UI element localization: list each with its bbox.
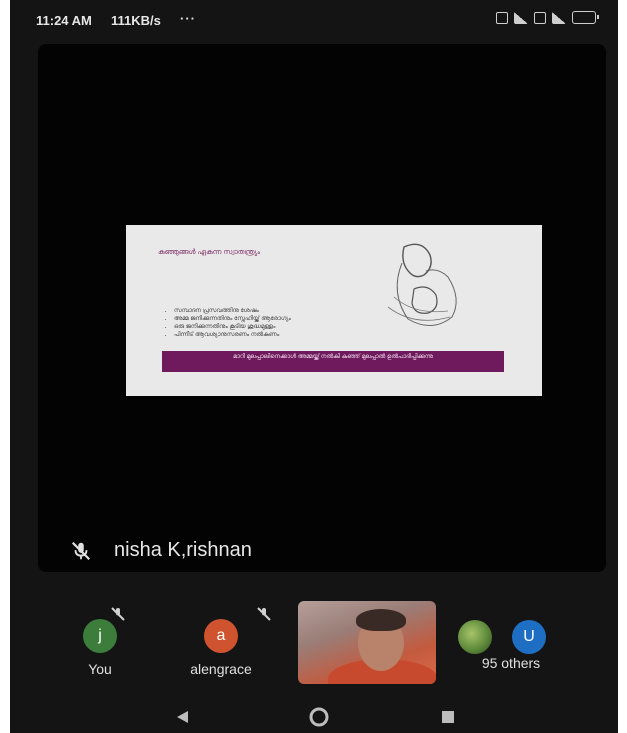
presentation-slide: കുഞ്ഞുങ്ങൾ ഏകുന്ന സ്വാതന്ത്ര്യം സമ്പാദന …: [126, 225, 542, 396]
phone-screen: 11:24 AM 111KB/s ··· കുഞ്ഞുങ്ങൾ ഏകുന്ന സ…: [10, 0, 618, 733]
sim2-icon: [534, 11, 546, 24]
battery-icon: [572, 11, 599, 24]
slide-bullets: സമ്പാദന പ്രസവത്തിനു ശേഷം അമ്മ ജനിക്കുന്ന…: [166, 307, 291, 339]
more-notifications: ···: [180, 11, 196, 26]
slide-banner: മാറി മുലപ്പാലിനെക്കാൾ അമ്മയ്ക്ക് നൽകി കു…: [162, 351, 504, 372]
avatar-initial: a: [216, 627, 226, 644]
back-icon[interactable]: [176, 710, 190, 724]
avatar-initial: j: [98, 627, 102, 644]
navigation-bar: [10, 700, 618, 733]
others-label[interactable]: 95 others: [456, 655, 566, 671]
recents-icon[interactable]: [442, 711, 454, 723]
signal-icon: [514, 11, 528, 24]
mic-off-icon: [71, 541, 91, 560]
avatar: a: [204, 619, 238, 653]
mic-off-icon: [111, 607, 125, 621]
avatar: U: [512, 620, 546, 654]
participant-label: You: [88, 661, 112, 677]
signal2-icon: [552, 11, 566, 24]
slide-bullet: ഒരു ജനിക്കുന്നതിനും കൂടിയ ശുദ്ധമുള്ളം: [174, 323, 291, 331]
participant-label: alengrace: [190, 661, 252, 677]
speaker-name: nisha K,rishnan: [114, 539, 252, 561]
video-person-hair: [356, 609, 406, 631]
slide-heading: കുഞ്ഞുങ്ങൾ ഏകുന്ന സ്വാതന്ത്ര്യം: [158, 249, 261, 256]
mother-child-illustration: [387, 243, 457, 326]
slide-bullet: സമ്പാദന പ്രസവത്തിനു ശേഷം: [174, 307, 291, 315]
others-avatar-stack[interactable]: U: [458, 620, 546, 654]
status-bar: 11:24 AM 111KB/s ···: [10, 0, 618, 40]
home-icon[interactable]: [308, 706, 330, 728]
participant-you[interactable]: j You: [70, 619, 130, 677]
sim-icon: [496, 11, 508, 24]
status-time: 11:24 AM: [36, 13, 92, 28]
mic-off-icon: [257, 607, 271, 621]
avatar-initial: U: [523, 628, 535, 645]
speaker-bar: nisha K,rishnan: [70, 539, 252, 562]
network-speed: 111KB/s: [111, 13, 161, 28]
participant-alengrace[interactable]: a alengrace: [166, 619, 276, 677]
main-video-tile[interactable]: കുഞ്ഞുങ്ങൾ ഏകുന്ന സ്വാതന്ത്ര്യം സമ്പാദന …: [38, 44, 606, 572]
status-icons: [496, 11, 599, 24]
avatar: j: [83, 619, 117, 653]
slide-bullet: അമ്മ ജനിക്കുന്നതിനും സ്നേഹിയ്ക്ക് ആരോഗ്യ…: [174, 315, 291, 323]
slide-bullet: പിന്നീട് ആവശ്യാനുസരണം നൽകണം: [174, 331, 291, 339]
participant-photo-avatar: [458, 620, 492, 654]
self-video-thumbnail[interactable]: [298, 601, 436, 684]
